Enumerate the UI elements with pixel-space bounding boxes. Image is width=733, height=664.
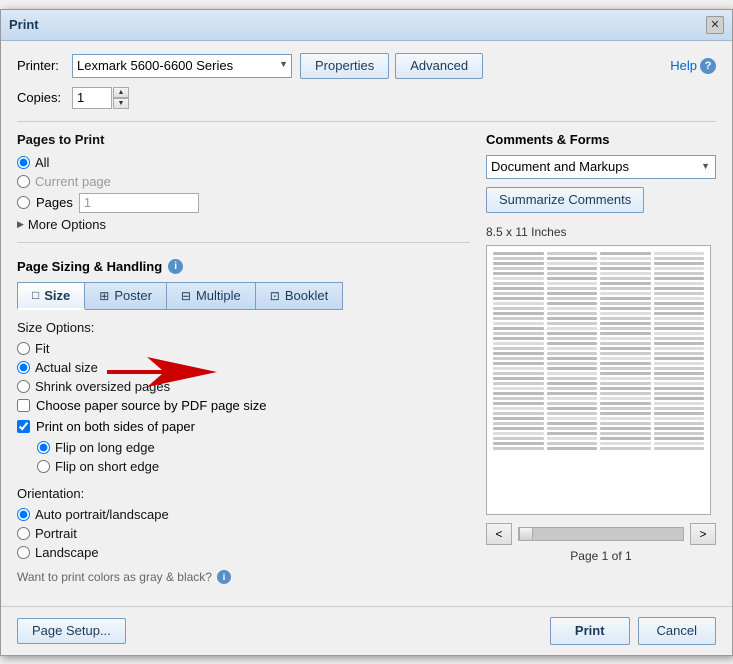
pages-radio[interactable] [17,196,30,209]
gray-text-row: Want to print colors as gray & black? i [17,570,470,584]
booklet-tab-icon: ⊡ [270,289,280,303]
choose-paper-checkbox[interactable] [17,399,30,412]
flip-short-label[interactable]: Flip on short edge [37,459,464,474]
print-both-sides-row: Print on both sides of paper [17,419,470,434]
copies-down[interactable]: ▼ [113,98,129,109]
copies-up[interactable]: ▲ [113,87,129,98]
fit-radio-group: Fit [17,341,470,356]
page-slider[interactable] [518,527,684,541]
orientation-section: Orientation: Auto portrait/landscape Por… [17,486,470,560]
flip-long-label[interactable]: Flip on long edge [37,440,464,455]
portrait-radio[interactable] [17,527,30,540]
preview-box [486,245,711,515]
preview-size-label: 8.5 x 11 Inches [486,225,716,239]
copies-input[interactable] [72,87,112,109]
close-button[interactable]: ✕ [706,16,724,34]
all-radio[interactable] [17,156,30,169]
tab-multiple[interactable]: ⊟ Multiple [167,282,256,310]
flip-long-group: Flip on long edge [37,440,470,455]
flip-short-group: Flip on short edge [37,459,470,474]
poster-tab-icon: ⊞ [99,289,109,303]
tab-size[interactable]: □ Size [17,282,85,310]
tab-poster[interactable]: ⊞ Poster [85,282,167,310]
print-button[interactable]: Print [550,617,630,645]
flip-long-radio[interactable] [37,441,50,454]
preview-section: 8.5 x 11 Inches [486,225,716,563]
right-panel: Comments & Forms Document and MarkupsDoc… [486,132,716,584]
page-info: Page 1 of 1 [486,549,716,563]
pages-label: Pages [36,195,73,210]
size-options-label: Size Options: [17,320,470,335]
comments-forms-section: Comments & Forms Document and MarkupsDoc… [486,132,716,213]
pages-row: Pages [17,193,470,213]
tab-row: □ Size ⊞ Poster ⊟ Multiple ⊡ [17,282,470,310]
more-options[interactable]: ▶ More Options [17,217,470,232]
pages-to-print-title: Pages to Print [17,132,470,147]
print-dialog: Print ✕ Printer: Lexmark 5600-6600 Serie… [0,9,733,656]
current-page-radio-label[interactable]: Current page [17,174,464,189]
auto-orientation-radio[interactable] [17,508,30,521]
preview-col-2 [547,252,598,508]
actual-size-row: Actual size [17,360,470,375]
tab-booklet[interactable]: ⊡ Booklet [256,282,343,310]
printer-row: Printer: Lexmark 5600-6600 Series Proper… [17,53,716,79]
title-bar: Print ✕ [1,10,732,41]
fit-radio-label[interactable]: Fit [17,341,464,356]
copies-spinner: ▲ ▼ [113,87,129,109]
printer-select[interactable]: Lexmark 5600-6600 Series [72,54,292,78]
orientation-title: Orientation: [17,486,470,501]
advanced-button[interactable]: Advanced [395,53,483,79]
next-page-button[interactable]: > [690,523,716,545]
all-radio-label[interactable]: All [17,155,464,170]
shrink-radio[interactable] [17,380,30,393]
preview-col-4 [654,252,705,508]
shrink-radio-label[interactable]: Shrink oversized pages [17,379,464,394]
comments-forms-title: Comments & Forms [486,132,716,147]
actual-size-radio[interactable] [17,361,30,374]
preview-nav: < > [486,523,716,545]
gray-info-icon[interactable]: i [217,570,231,584]
print-both-sides-checkbox[interactable] [17,420,30,433]
all-radio-group: All [17,155,470,170]
flip-short-radio[interactable] [37,460,50,473]
auto-orientation-label[interactable]: Auto portrait/landscape [17,507,464,522]
copies-row: Copies: ▲ ▼ [17,87,716,109]
cf-select-wrap: Document and MarkupsDocumentForm Fields … [486,155,716,179]
comments-forms-select[interactable]: Document and MarkupsDocumentForm Fields … [486,155,716,179]
left-panel: Pages to Print All Current page Pages [17,132,470,584]
pages-input[interactable] [79,193,199,213]
size-tab-icon: □ [32,288,39,302]
shrink-radio-group: Shrink oversized pages [17,379,470,394]
preview-col-1 [493,252,544,508]
summarize-button[interactable]: Summarize Comments [486,187,644,213]
help-icon: ? [700,58,716,74]
window-title: Print [9,17,39,32]
copies-label: Copies: [17,90,72,105]
landscape-radio[interactable] [17,546,30,559]
prev-page-button[interactable]: < [486,523,512,545]
cancel-button[interactable]: Cancel [638,617,716,645]
actual-size-radio-label[interactable]: Actual size [17,360,464,375]
fit-radio[interactable] [17,342,30,355]
page-setup-button[interactable]: Page Setup... [17,618,126,644]
printer-label: Printer: [17,58,72,73]
more-options-triangle: ▶ [17,219,24,230]
choose-paper-row: Choose paper source by PDF page size [17,398,470,413]
sizing-info-icon[interactable]: i [168,259,183,274]
multiple-tab-icon: ⊟ [181,289,191,303]
current-page-radio-group: Current page [17,174,470,189]
properties-button[interactable]: Properties [300,53,389,79]
help-label: Help [670,58,697,73]
sizing-header: Page Sizing & Handling i [17,259,470,274]
help-link[interactable]: Help ? [670,58,716,74]
sizing-section: Page Sizing & Handling i □ Size ⊞ Poster [17,259,470,474]
landscape-label[interactable]: Landscape [17,545,464,560]
current-page-radio[interactable] [17,175,30,188]
preview-col-3 [600,252,651,508]
printer-select-wrap: Lexmark 5600-6600 Series [72,54,292,78]
bottom-bar: Page Setup... Print Cancel [1,606,732,655]
portrait-label[interactable]: Portrait [17,526,464,541]
